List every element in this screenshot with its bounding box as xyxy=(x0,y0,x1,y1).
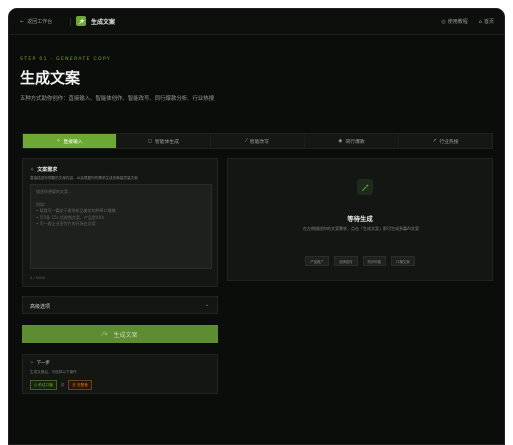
generate-button-label: 生成文案 xyxy=(113,331,138,339)
mode-tabs: ✧ 直接输入 ◻ 智能体生成 ⁄ 智能改写 ◉ 同行爆款 ↗ 行业热搜 xyxy=(22,133,493,149)
generate-copy-button[interactable]: ⁄✧ 生成文案 xyxy=(22,325,218,343)
requirement-card: ✧ 文案需求 直接描述你想要的文案内容，AI会根据你的需求生成多篇高质量文案 描… xyxy=(22,158,218,287)
tab-label: 直接输入 xyxy=(63,139,83,145)
next-step-title-text: 下一步 xyxy=(36,361,50,366)
chip-voiceover[interactable]: 口播文案 xyxy=(391,256,415,266)
tab-label: 智能改写 xyxy=(249,139,269,145)
back-to-workspace-link[interactable]: ← 返回工作台 xyxy=(20,18,53,26)
requirement-title: ✧ 文案需求 xyxy=(30,166,58,174)
requirement-description: 直接描述你想要的文案内容，AI会根据你的需求生成多篇高质量文案 xyxy=(30,176,138,180)
advanced-options-toggle[interactable]: 高级选项 ⌄ xyxy=(22,296,218,314)
waiting-title: 等待生成 xyxy=(347,215,373,223)
magic-wand-icon: ⁄ xyxy=(245,138,247,144)
brand: 生成文案 xyxy=(76,16,115,26)
home-label: 首页 xyxy=(483,19,494,25)
category-chips: 产品推广 品牌宣传 知识科普 口播文案 xyxy=(228,256,492,266)
waiting-description: 在左侧描述你的文案需求，点击「生成文案」即可生成多篇AI文案 xyxy=(303,226,419,231)
chip-brand-promo[interactable]: 品牌宣传 xyxy=(333,256,358,266)
help-label: 使用教程 xyxy=(447,19,468,25)
back-label: 返回工作台 xyxy=(27,19,53,25)
chevron-down-icon: ⌄ xyxy=(204,302,209,308)
go-voiceover-label: 前往口播 xyxy=(38,382,53,387)
tab-agent-generate[interactable]: ◻ 智能体生成 xyxy=(117,134,211,148)
magic-wand-icon xyxy=(357,179,373,195)
tab-label: 智能体生成 xyxy=(154,139,179,145)
chip-product-promo[interactable]: 产品推广 xyxy=(305,256,329,266)
play-icon: ◎ xyxy=(34,382,38,387)
eye-icon: ◉ xyxy=(338,138,343,144)
sparkle-icon: ✧ xyxy=(30,360,34,366)
app-window: ← 返回工作台 生成文案 ◎ 使用教程 ⌂ 首页 STEP 01 · GENER… xyxy=(8,8,505,445)
requirement-textarea[interactable]: 描述你想要的文案... 例如： • 帮我写一篇关于夏季新品美妆的种草口播稿 • … xyxy=(30,184,212,269)
advanced-options-label: 高级选项 xyxy=(30,304,51,310)
step-label: STEP 01 · GENERATE COPY xyxy=(20,57,112,62)
next-step-description: 生成文案后，可选择以下操作 xyxy=(30,370,77,374)
top-bar: ← 返回工作台 生成文案 ◎ 使用教程 ⌂ 首页 xyxy=(9,9,504,35)
tab-industry-trends[interactable]: ↗ 行业热搜 xyxy=(399,134,492,148)
requirement-title-text: 文案需求 xyxy=(37,167,58,173)
tab-label: 行业热搜 xyxy=(439,139,459,145)
tab-peer-hits[interactable]: ◉ 同行爆款 xyxy=(305,134,399,148)
next-step-actions: ◎ 前往口播 或 去 去配音 xyxy=(30,380,92,390)
divider xyxy=(70,18,71,26)
brand-title: 生成文案 xyxy=(91,18,116,26)
page-subtitle: 五种方式助你创作：直接输入、智能体创作、智能改写、同行爆款分析、行业热搜 xyxy=(20,96,215,102)
sparkle-logo-icon xyxy=(76,16,86,26)
next-step-title: ✧ 下一步 xyxy=(30,360,50,367)
go-voiceover-button[interactable]: ◎ 前往口播 xyxy=(30,380,57,390)
home-link[interactable]: ⌂ 首页 xyxy=(478,18,494,26)
placeholder-line: • 写一段企业宣传片的开场白文案 xyxy=(36,221,96,227)
page-title: 生成文案 xyxy=(20,69,81,87)
go-dubbing-button[interactable]: 去 去配音 xyxy=(68,380,92,390)
tab-label: 同行爆款 xyxy=(345,139,365,145)
help-icon: ◎ xyxy=(441,18,446,25)
robot-icon: ◻ xyxy=(148,138,152,144)
top-right-menu: ◎ 使用教程 ⌂ 首页 xyxy=(441,18,494,26)
hero: STEP 01 · GENERATE COPY 生成文案 五种方式助你创作：直接… xyxy=(20,57,214,102)
help-tutorial-link[interactable]: ◎ 使用教程 xyxy=(441,18,468,26)
sparkle-icon: ✧ xyxy=(30,166,35,173)
or-separator: 或 xyxy=(60,382,65,387)
sparkle-icon: ✧ xyxy=(56,138,61,144)
next-step-card: ✧ 下一步 生成文案后，可选择以下操作 ◎ 前往口播 或 去 去配音 xyxy=(22,354,218,394)
char-counter: 0 / 5000 xyxy=(30,276,45,280)
chip-science[interactable]: 知识科普 xyxy=(362,256,387,266)
home-icon: ⌂ xyxy=(478,18,482,25)
waiting-panel: 等待生成 在左侧描述你的文案需求，点击「生成文案」即可生成多篇AI文案 产品推广… xyxy=(227,158,493,281)
tab-direct-input[interactable]: ✧ 直接输入 xyxy=(23,134,117,148)
tab-smart-rewrite[interactable]: ⁄ 智能改写 xyxy=(211,134,305,148)
arrow-left-icon: ← xyxy=(20,18,25,25)
trend-icon: ↗ xyxy=(432,138,437,144)
magic-wand-icon: ⁄✧ xyxy=(102,330,109,338)
